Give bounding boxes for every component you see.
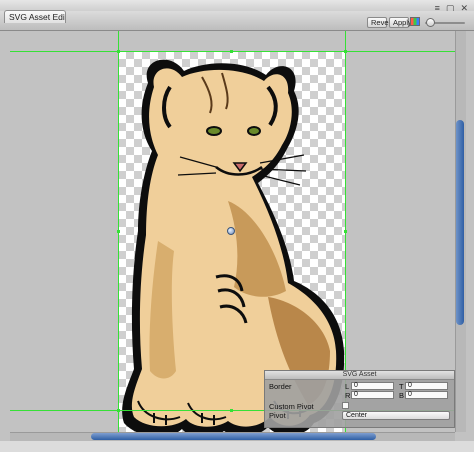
resize-handle-left[interactable] [117, 230, 120, 233]
pivot-handle[interactable] [227, 227, 235, 235]
status-bar [0, 441, 474, 452]
border-r-field[interactable]: 0 [351, 391, 394, 399]
border-l-field[interactable]: 0 [351, 382, 394, 390]
resize-handle-top-right[interactable] [344, 50, 347, 53]
resize-handle-bottom[interactable] [230, 409, 233, 412]
border-label: Border [269, 382, 292, 391]
custom-pivot-label: Custom Pivot [269, 402, 314, 411]
border-t-label: T [399, 382, 404, 391]
rgb-channels-icon[interactable] [410, 17, 420, 26]
border-t-field[interactable]: 0 [405, 382, 448, 390]
tab-svg-asset-editor[interactable]: SVG Asset Editor [4, 10, 66, 23]
apply-button[interactable]: Apply [389, 17, 412, 28]
border-b-field[interactable]: 0 [405, 391, 448, 399]
resize-handle-right[interactable] [344, 230, 347, 233]
pivot-dropdown[interactable]: Center [342, 411, 450, 420]
border-r-label: R [345, 391, 351, 400]
vertical-scrollbar-thumb[interactable] [456, 120, 464, 325]
revert-button[interactable]: Revert [367, 17, 393, 28]
resize-handle-top[interactable] [230, 50, 233, 53]
resize-handle-top-left[interactable] [117, 50, 120, 53]
pivot-label: Pivot [269, 411, 286, 420]
border-l-label: L [345, 382, 350, 391]
custom-pivot-checkbox[interactable] [342, 402, 349, 409]
horizontal-scrollbar-thumb[interactable] [91, 433, 376, 440]
svg-asset-panel: SVG Asset Border L 0 T 0 R 0 B 0 Custom … [264, 370, 455, 428]
resize-handle-bottom-left[interactable] [117, 409, 120, 412]
panel-title: SVG Asset [265, 371, 454, 380]
window-title-strip: ≡ ▢ ✕ [0, 0, 474, 13]
border-b-label: B [399, 391, 405, 400]
zoom-slider-thumb[interactable] [426, 18, 435, 27]
